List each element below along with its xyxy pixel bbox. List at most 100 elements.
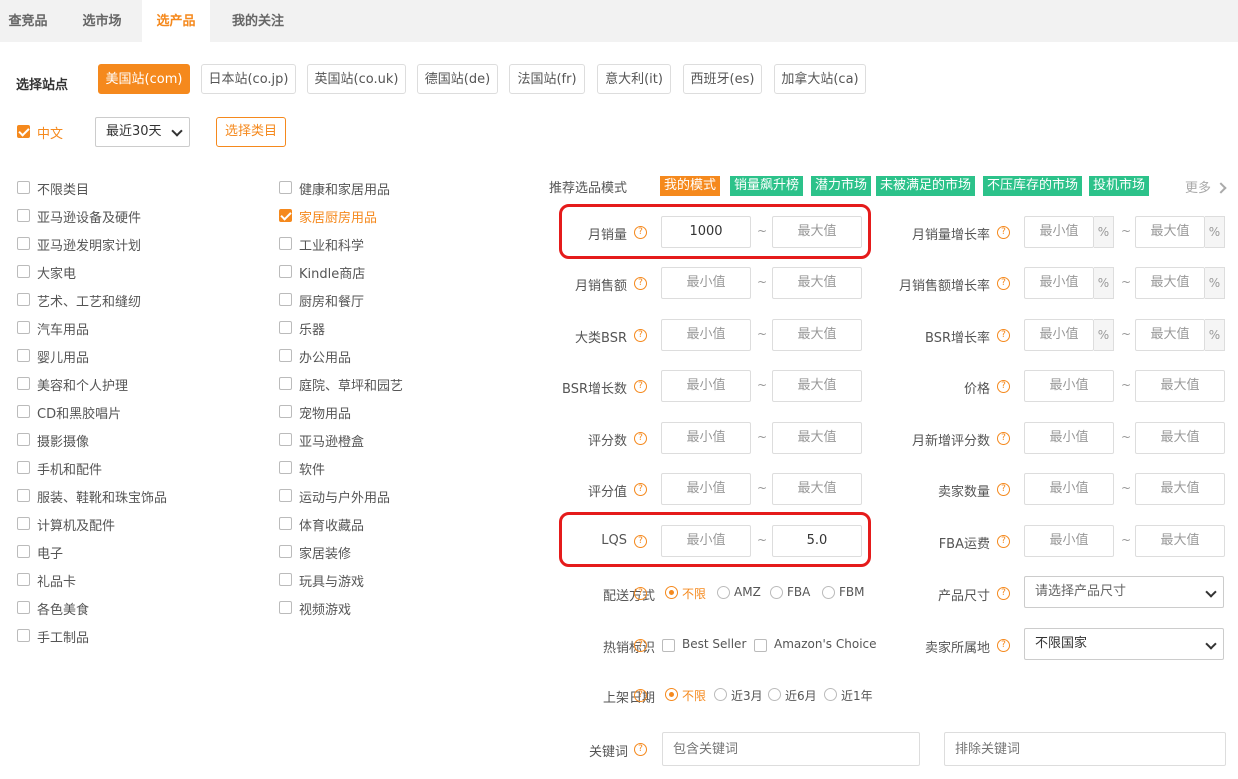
site-uk-button[interactable]: 英国站(co.uk) — [307, 64, 406, 94]
chinese-checkbox[interactable] — [17, 125, 30, 138]
category-checkbox[interactable] — [17, 629, 30, 642]
category-checkbox[interactable] — [17, 489, 30, 502]
max-input[interactable]: 最大值 — [772, 267, 862, 299]
min-input[interactable]: 最小值 — [1024, 422, 1114, 454]
category-checkbox[interactable] — [17, 517, 30, 530]
max-input[interactable]: 最大值 — [772, 422, 862, 454]
help-icon[interactable]: ? — [634, 639, 647, 652]
min-input[interactable]: 最小值 — [1024, 473, 1114, 505]
site-de-button[interactable]: 德国站(de) — [417, 64, 498, 94]
help-icon[interactable]: ? — [634, 743, 647, 756]
mode-tag[interactable]: 不压库存的市场 — [983, 176, 1083, 196]
min-input[interactable]: 最小值 — [661, 473, 751, 505]
category-checkbox[interactable] — [279, 209, 292, 222]
help-icon[interactable]: ? — [997, 432, 1010, 445]
max-input[interactable]: 最大值 — [772, 473, 862, 505]
date-radio-any[interactable] — [665, 688, 678, 701]
category-checkbox[interactable] — [279, 517, 292, 530]
category-checkbox[interactable] — [17, 265, 30, 278]
max-input[interactable]: 最大值 — [1135, 319, 1205, 351]
category-checkbox[interactable] — [279, 377, 292, 390]
category-checkbox[interactable] — [279, 237, 292, 250]
category-checkbox[interactable] — [279, 265, 292, 278]
category-checkbox[interactable] — [279, 573, 292, 586]
include-keyword-input[interactable] — [662, 732, 920, 766]
site-ca-button[interactable]: 加拿大站(ca) — [774, 64, 866, 94]
help-icon[interactable]: ? — [634, 329, 647, 342]
mode-tag[interactable]: 潜力市场 — [811, 176, 872, 196]
category-checkbox[interactable] — [17, 209, 30, 222]
category-checkbox[interactable] — [279, 461, 292, 474]
date-radio-6m[interactable] — [768, 688, 781, 701]
category-checkbox[interactable] — [279, 489, 292, 502]
site-it-button[interactable]: 意大利(it) — [597, 64, 671, 94]
category-checkbox[interactable] — [279, 321, 292, 334]
help-icon[interactable]: ? — [997, 329, 1010, 342]
max-input[interactable]: 最大值 — [1135, 216, 1205, 248]
max-input[interactable]: 最大值 — [772, 319, 862, 351]
category-checkbox[interactable] — [17, 377, 30, 390]
tab-product[interactable]: 选产品 — [142, 0, 210, 42]
help-icon[interactable]: ? — [997, 483, 1010, 496]
amazons-choice-checkbox[interactable] — [754, 639, 767, 652]
tab-competitor[interactable]: 查竞品 — [0, 0, 56, 42]
category-checkbox[interactable] — [17, 601, 30, 614]
max-input[interactable]: 最大值 — [1135, 473, 1225, 505]
category-checkbox[interactable] — [17, 349, 30, 362]
site-es-button[interactable]: 西班牙(es) — [683, 64, 762, 94]
max-input[interactable]: 最大值 — [772, 370, 862, 402]
category-checkbox[interactable] — [17, 321, 30, 334]
help-icon[interactable]: ? — [997, 639, 1010, 652]
min-input[interactable]: 最小值 — [1024, 216, 1094, 248]
category-checkbox[interactable] — [279, 433, 292, 446]
site-fr-button[interactable]: 法国站(fr) — [509, 64, 585, 94]
max-input[interactable]: 最大值 — [1135, 370, 1225, 402]
tab-watchlist[interactable]: 我的关注 — [222, 0, 294, 42]
help-icon[interactable]: ? — [997, 380, 1010, 393]
help-icon[interactable]: ? — [634, 689, 647, 702]
max-input[interactable]: 最大值 — [1135, 267, 1205, 299]
min-input[interactable]: 最小值 — [661, 370, 751, 402]
help-icon[interactable]: ? — [997, 587, 1010, 600]
min-input[interactable]: 最小值 — [661, 319, 751, 351]
help-icon[interactable]: ? — [634, 587, 647, 600]
delivery-radio-fba[interactable] — [770, 586, 783, 599]
period-select[interactable]: 最近30天 — [95, 117, 190, 147]
help-icon[interactable]: ? — [997, 277, 1010, 290]
size-select[interactable]: 请选择产品尺寸 — [1024, 576, 1224, 608]
site-us-button[interactable]: 美国站(com) — [98, 64, 190, 94]
min-input[interactable]: 最小值 — [1024, 525, 1114, 557]
min-input[interactable]: 最小值 — [1024, 267, 1094, 299]
category-checkbox[interactable] — [279, 601, 292, 614]
date-radio-3m[interactable] — [714, 688, 727, 701]
delivery-radio-amz[interactable] — [717, 586, 730, 599]
category-checkbox[interactable] — [17, 433, 30, 446]
min-input[interactable]: 最小值 — [661, 267, 751, 299]
best-seller-checkbox[interactable] — [662, 639, 675, 652]
category-checkbox[interactable] — [17, 461, 30, 474]
help-icon[interactable]: ? — [634, 432, 647, 445]
seller-location-select[interactable]: 不限国家 — [1024, 628, 1224, 660]
exclude-keyword-input[interactable] — [944, 732, 1226, 766]
category-checkbox[interactable] — [279, 181, 292, 194]
tab-market[interactable]: 选市场 — [68, 0, 136, 42]
delivery-radio-fbm[interactable] — [822, 586, 835, 599]
site-jp-button[interactable]: 日本站(co.jp) — [201, 64, 296, 94]
category-checkbox[interactable] — [17, 237, 30, 250]
category-checkbox[interactable] — [279, 349, 292, 362]
more-link[interactable]: 更多 — [1185, 177, 1227, 196]
max-input[interactable]: 最大值 — [1135, 422, 1225, 454]
category-checkbox[interactable] — [279, 545, 292, 558]
mode-tag[interactable]: 我的模式 — [660, 176, 721, 196]
min-input[interactable]: 最小值 — [661, 422, 751, 454]
category-checkbox[interactable] — [17, 405, 30, 418]
help-icon[interactable]: ? — [997, 535, 1010, 548]
mode-tag[interactable]: 投机市场 — [1089, 176, 1150, 196]
category-checkbox[interactable] — [279, 405, 292, 418]
help-icon[interactable]: ? — [634, 483, 647, 496]
min-input[interactable]: 最小值 — [1024, 370, 1114, 402]
help-icon[interactable]: ? — [634, 277, 647, 290]
delivery-radio-any[interactable] — [665, 586, 678, 599]
choose-category-button[interactable]: 选择类目 — [216, 117, 286, 147]
mode-tag[interactable]: 销量飙升榜 — [730, 176, 804, 196]
